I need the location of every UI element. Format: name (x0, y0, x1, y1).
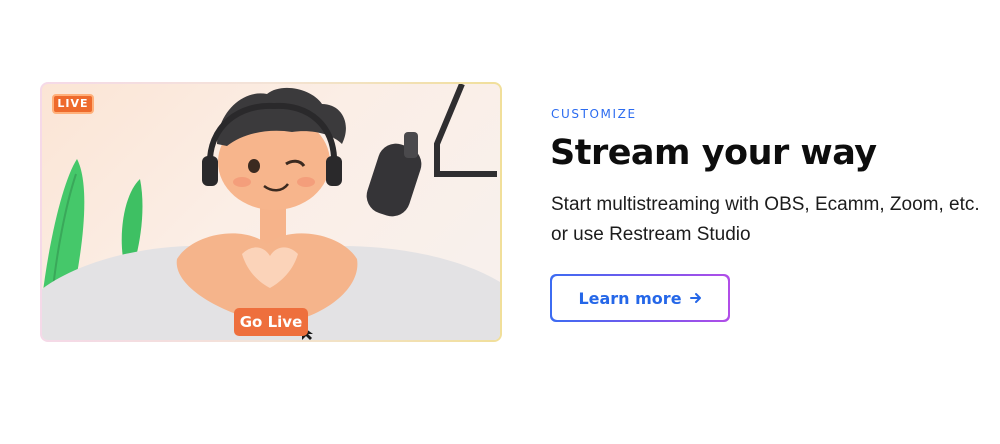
section-description: Start multistreaming with OBS, Ecamm, Zo… (551, 194, 980, 245)
streamer-character-illustration (42, 84, 500, 340)
go-live-shirt-label: Go Live (234, 308, 308, 336)
learn-more-button-inner[interactable]: Learn more (552, 276, 728, 320)
feature-illustration: LIVE Go Live (42, 84, 500, 340)
live-badge: LIVE (52, 94, 94, 114)
section-headline: Stream your way (550, 133, 877, 173)
learn-more-label: Learn more (578, 288, 682, 308)
microphone-arm (434, 84, 497, 177)
learn-more-button[interactable]: Learn more (550, 274, 730, 322)
feature-illustration-card: LIVE Go Live (40, 82, 502, 342)
section-eyebrow: CUSTOMIZE (551, 107, 637, 121)
arrow-right-icon (689, 293, 701, 303)
page: LIVE Go Live CUSTOMIZE Stream your way S… (0, 0, 1000, 444)
